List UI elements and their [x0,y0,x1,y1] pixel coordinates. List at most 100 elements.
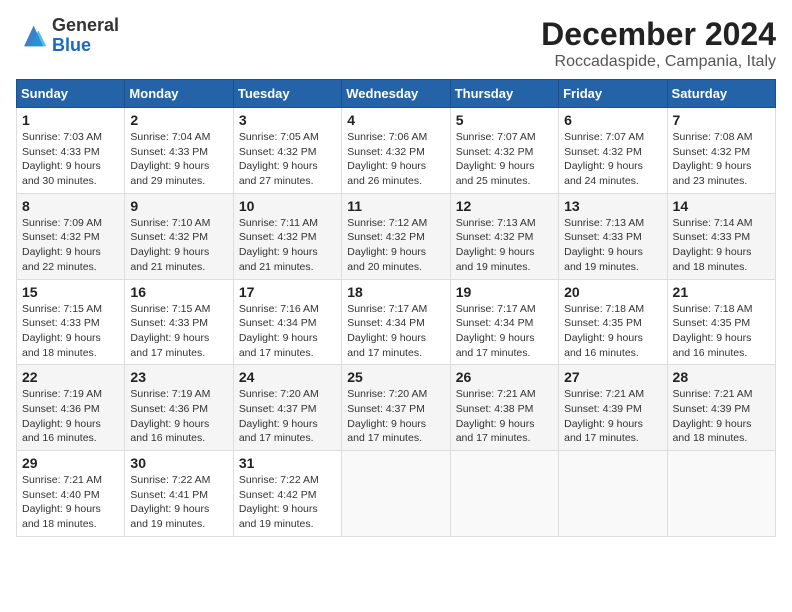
day-cell-9: 9 Sunrise: 7:10 AMSunset: 4:32 PMDaylight… [125,193,233,279]
day-number: 8 [22,198,119,214]
day-detail: Sunrise: 7:03 AMSunset: 4:33 PMDaylight:… [22,130,119,189]
empty-cell [450,451,558,537]
day-number: 26 [456,369,553,385]
day-detail: Sunrise: 7:18 AMSunset: 4:35 PMDaylight:… [564,302,661,361]
week-row-1: 1 Sunrise: 7:03 AMSunset: 4:33 PMDaylight… [17,108,776,194]
day-number: 31 [239,455,336,471]
day-cell-10: 10Sunrise: 7:11 AMSunset: 4:32 PMDayligh… [233,193,341,279]
day-number: 11 [347,198,444,214]
day-number: 10 [239,198,336,214]
day-detail: Sunrise: 7:19 AMSunset: 4:36 PMDaylight:… [22,387,119,446]
logo-text-general: General [52,15,119,35]
day-cell-3: 3 Sunrise: 7:05 AMSunset: 4:32 PMDaylight… [233,108,341,194]
day-cell-6: 6 Sunrise: 7:07 AMSunset: 4:32 PMDaylight… [559,108,667,194]
day-cell-30: 30Sunrise: 7:22 AMSunset: 4:41 PMDayligh… [125,451,233,537]
day-detail: Sunrise: 7:20 AMSunset: 4:37 PMDaylight:… [239,387,336,446]
day-detail: Sunrise: 7:21 AMSunset: 4:40 PMDaylight:… [22,473,119,532]
day-number: 15 [22,284,119,300]
logo-text-blue: Blue [52,35,91,55]
day-detail: Sunrise: 7:09 AMSunset: 4:32 PMDaylight:… [22,216,119,275]
day-number: 1 [22,112,119,128]
day-cell-22: 22 Sunrise: 7:19 AMSunset: 4:36 PMDayligh… [17,365,125,451]
calendar-table: SundayMondayTuesdayWednesdayThursdayFrid… [16,79,776,537]
week-row-2: 8 Sunrise: 7:09 AMSunset: 4:32 PMDaylight… [17,193,776,279]
day-detail: Sunrise: 7:13 AMSunset: 4:33 PMDaylight:… [564,216,661,275]
day-detail: Sunrise: 7:22 AMSunset: 4:42 PMDaylight:… [239,473,336,532]
day-detail: Sunrise: 7:06 AMSunset: 4:32 PMDaylight:… [347,130,444,189]
day-number: 22 [22,369,119,385]
day-number: 19 [456,284,553,300]
day-cell-7: 7Sunrise: 7:08 AMSunset: 4:32 PMDaylight… [667,108,775,194]
calendar-body: 1 Sunrise: 7:03 AMSunset: 4:33 PMDaylight… [17,108,776,537]
weekday-header-saturday: Saturday [667,80,775,108]
day-cell-5: 5 Sunrise: 7:07 AMSunset: 4:32 PMDaylight… [450,108,558,194]
empty-cell [559,451,667,537]
day-cell-4: 4 Sunrise: 7:06 AMSunset: 4:32 PMDaylight… [342,108,450,194]
day-cell-27: 27Sunrise: 7:21 AMSunset: 4:39 PMDayligh… [559,365,667,451]
day-detail: Sunrise: 7:04 AMSunset: 4:33 PMDaylight:… [130,130,227,189]
day-detail: Sunrise: 7:10 AMSunset: 4:32 PMDaylight:… [130,216,227,275]
day-cell-8: 8 Sunrise: 7:09 AMSunset: 4:32 PMDaylight… [17,193,125,279]
day-cell-18: 18 Sunrise: 7:17 AMSunset: 4:34 PMDayligh… [342,279,450,365]
day-detail: Sunrise: 7:17 AMSunset: 4:34 PMDaylight:… [347,302,444,361]
day-cell-24: 24Sunrise: 7:20 AMSunset: 4:37 PMDayligh… [233,365,341,451]
day-detail: Sunrise: 7:08 AMSunset: 4:32 PMDaylight:… [673,130,770,189]
day-cell-15: 15 Sunrise: 7:15 AMSunset: 4:33 PMDayligh… [17,279,125,365]
day-cell-23: 23 Sunrise: 7:19 AMSunset: 4:36 PMDayligh… [125,365,233,451]
day-detail: Sunrise: 7:22 AMSunset: 4:41 PMDaylight:… [130,473,227,532]
day-number: 21 [673,284,770,300]
day-number: 23 [130,369,227,385]
weekday-header-friday: Friday [559,80,667,108]
day-number: 17 [239,284,336,300]
day-cell-28: 28Sunrise: 7:21 AMSunset: 4:39 PMDayligh… [667,365,775,451]
day-number: 16 [130,284,227,300]
week-row-5: 29 Sunrise: 7:21 AMSunset: 4:40 PMDayligh… [17,451,776,537]
day-cell-12: 12 Sunrise: 7:13 AMSunset: 4:32 PMDayligh… [450,193,558,279]
day-number: 18 [347,284,444,300]
weekday-header-thursday: Thursday [450,80,558,108]
day-cell-13: 13 Sunrise: 7:13 AMSunset: 4:33 PMDayligh… [559,193,667,279]
day-detail: Sunrise: 7:18 AMSunset: 4:35 PMDaylight:… [673,302,770,361]
day-number: 9 [130,198,227,214]
day-cell-29: 29 Sunrise: 7:21 AMSunset: 4:40 PMDayligh… [17,451,125,537]
weekday-header-wednesday: Wednesday [342,80,450,108]
weekday-header-row: SundayMondayTuesdayWednesdayThursdayFrid… [17,80,776,108]
day-number: 14 [673,198,770,214]
day-detail: Sunrise: 7:20 AMSunset: 4:37 PMDaylight:… [347,387,444,446]
day-number: 27 [564,369,661,385]
day-number: 29 [22,455,119,471]
day-number: 5 [456,112,553,128]
empty-cell [342,451,450,537]
day-number: 13 [564,198,661,214]
day-number: 3 [239,112,336,128]
week-row-4: 22 Sunrise: 7:19 AMSunset: 4:36 PMDayligh… [17,365,776,451]
day-cell-11: 11Sunrise: 7:12 AMSunset: 4:32 PMDayligh… [342,193,450,279]
calendar-subtitle: Roccadaspide, Campania, Italy [541,53,776,71]
day-cell-14: 14Sunrise: 7:14 AMSunset: 4:33 PMDayligh… [667,193,775,279]
day-cell-19: 19Sunrise: 7:17 AMSunset: 4:34 PMDayligh… [450,279,558,365]
day-number: 12 [456,198,553,214]
day-number: 6 [564,112,661,128]
day-cell-25: 25Sunrise: 7:20 AMSunset: 4:37 PMDayligh… [342,365,450,451]
day-detail: Sunrise: 7:15 AMSunset: 4:33 PMDaylight:… [130,302,227,361]
day-detail: Sunrise: 7:07 AMSunset: 4:32 PMDaylight:… [456,130,553,189]
day-detail: Sunrise: 7:19 AMSunset: 4:36 PMDaylight:… [130,387,227,446]
day-detail: Sunrise: 7:13 AMSunset: 4:32 PMDaylight:… [456,216,553,275]
day-detail: Sunrise: 7:07 AMSunset: 4:32 PMDaylight:… [564,130,661,189]
weekday-header-tuesday: Tuesday [233,80,341,108]
day-cell-1: 1 Sunrise: 7:03 AMSunset: 4:33 PMDaylight… [17,108,125,194]
weekday-header-monday: Monday [125,80,233,108]
day-detail: Sunrise: 7:05 AMSunset: 4:32 PMDaylight:… [239,130,336,189]
day-cell-26: 26 Sunrise: 7:21 AMSunset: 4:38 PMDayligh… [450,365,558,451]
week-row-3: 15 Sunrise: 7:15 AMSunset: 4:33 PMDayligh… [17,279,776,365]
day-number: 4 [347,112,444,128]
day-number: 28 [673,369,770,385]
day-cell-16: 16 Sunrise: 7:15 AMSunset: 4:33 PMDayligh… [125,279,233,365]
day-cell-17: 17 Sunrise: 7:16 AMSunset: 4:34 PMDayligh… [233,279,341,365]
day-detail: Sunrise: 7:15 AMSunset: 4:33 PMDaylight:… [22,302,119,361]
header: General Blue December 2024 Roccadaspide,… [16,16,776,71]
day-detail: Sunrise: 7:16 AMSunset: 4:34 PMDaylight:… [239,302,336,361]
calendar-title: December 2024 [541,16,776,53]
day-cell-2: 2Sunrise: 7:04 AMSunset: 4:33 PMDaylight… [125,108,233,194]
day-detail: Sunrise: 7:21 AMSunset: 4:38 PMDaylight:… [456,387,553,446]
